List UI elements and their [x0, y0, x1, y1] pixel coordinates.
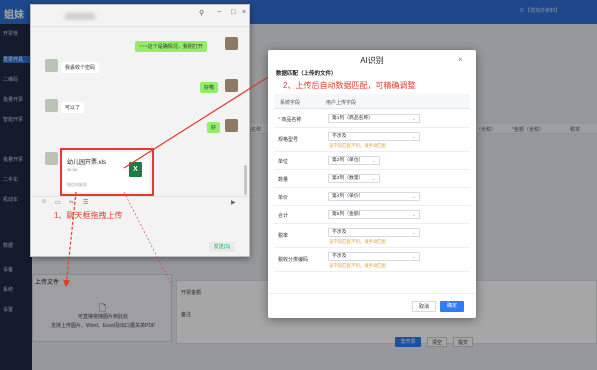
chevron-down-icon: ⌄: [371, 158, 376, 164]
chevron-down-icon: ⌄: [371, 176, 376, 182]
chevron-down-icon: ⌄: [411, 116, 416, 122]
chevron-down-icon: ⌄: [411, 212, 416, 218]
match-warning: 该字段匹配不到，请手动匹配: [329, 143, 387, 148]
match-warning: 该字段匹配不到，请手动匹配: [329, 263, 387, 268]
mapping-row: 单位 第2列（单位） ⌄: [274, 152, 470, 170]
mapping-row: * 商品名称 第1列（商品名称） ⌄: [274, 110, 470, 128]
cancel-button[interactable]: 取消: [412, 301, 436, 312]
mapping-table-header: 系统字段 用户上传字段: [274, 94, 470, 109]
field-label: * 商品名称: [278, 117, 302, 123]
drag-guide-line: [123, 191, 173, 287]
field-select[interactable]: 不涉及 ⌄: [328, 252, 420, 261]
field-select[interactable]: 第5列（金额） ⌄: [328, 210, 420, 219]
arrow-to-dialog: [123, 71, 278, 169]
field-label: 税率: [278, 233, 289, 239]
field-select[interactable]: 不涉及 ⌄: [328, 132, 420, 141]
dialog-subtitle: 数据匹配（上传的文件）: [276, 71, 337, 77]
field-select[interactable]: 不涉及 ⌄: [328, 228, 420, 237]
mapping-row: 单价 第4列（单价） ⌄: [274, 188, 470, 206]
arrow-to-upload: [63, 191, 77, 288]
field-label: 单价: [278, 195, 289, 201]
mapping-row: 合计 第5列（金额） ⌄: [274, 206, 470, 224]
match-warning: 该字段匹配不到，请手动匹配: [329, 239, 387, 244]
field-label: 单位: [278, 159, 289, 165]
field-label: 数量: [278, 177, 289, 183]
col-user-field: 用户上传字段: [326, 100, 357, 106]
annotation-step2: 2、上传后自动数据匹配，可精确调整: [283, 81, 416, 90]
chevron-down-icon: ⌄: [411, 254, 416, 260]
field-select[interactable]: 第4列（单价） ⌄: [328, 192, 420, 201]
chevron-down-icon: ⌄: [411, 134, 416, 140]
dialog-title: AI识别: [360, 56, 384, 65]
mapping-row: 税收分类编码 不涉及 ⌄ 该字段匹配不到，请手动匹配: [274, 248, 470, 272]
col-system-field: 系统字段: [280, 100, 301, 106]
chevron-down-icon: ⌄: [411, 194, 416, 200]
field-select[interactable]: 第2列（单位） ⌄: [328, 156, 380, 165]
mapping-row: 税率 不涉及 ⌄ 该字段匹配不到，请手动匹配: [274, 224, 470, 248]
field-label: 合计: [278, 213, 289, 219]
mapping-row: 规格型号 不涉及 ⌄ 该字段匹配不到，请手动匹配: [274, 128, 470, 152]
field-label: 税收分类编码: [278, 257, 309, 263]
mapping-row: 数量 第3列（数量） ⌄: [274, 170, 470, 188]
dialog-footer: 取消 确定: [268, 293, 476, 318]
close-icon[interactable]: ×: [458, 55, 463, 64]
confirm-button[interactable]: 确定: [440, 301, 464, 312]
field-label: 规格型号: [278, 137, 299, 143]
chevron-down-icon: ⌄: [411, 230, 416, 236]
field-select[interactable]: 第1列（商品名称） ⌄: [328, 114, 420, 123]
field-select[interactable]: 第3列（数量） ⌄: [328, 174, 380, 183]
